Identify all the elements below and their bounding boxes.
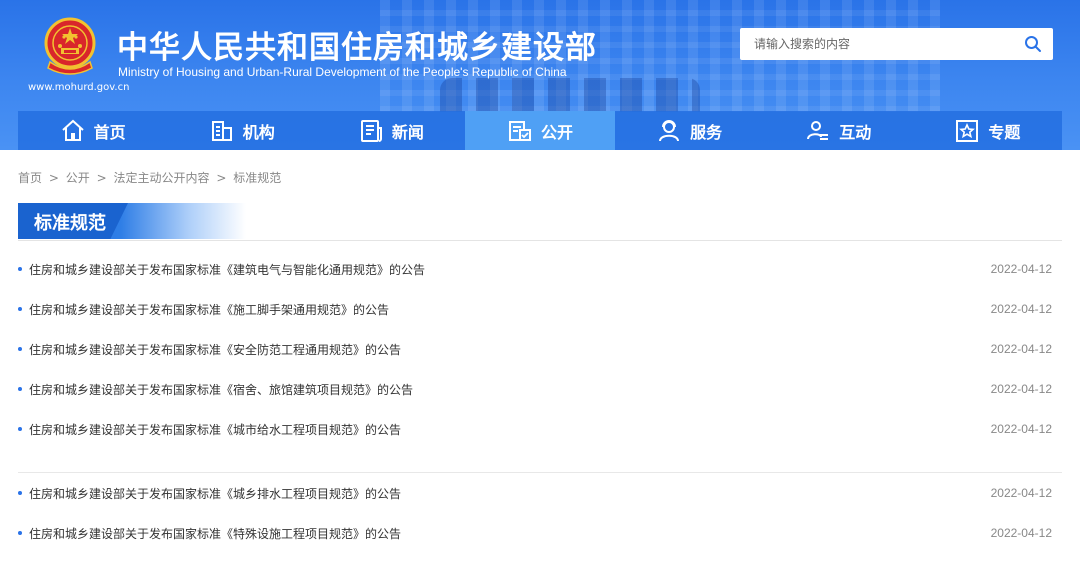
breadcrumb-separator: > xyxy=(48,171,59,185)
bullet-dot xyxy=(18,347,22,351)
star-topic-icon xyxy=(956,119,979,142)
nav-item-public[interactable]: 公开 xyxy=(465,111,615,150)
announcement-link[interactable]: 住房和城乡建设部关于发布国家标准《安全防范工程通用规范》的公告 xyxy=(29,341,401,358)
main-nav: 首页 机构 新闻 公开 服务 互动 专题 xyxy=(18,111,1062,150)
breadcrumb-statutory-content[interactable]: 法定主动公开内容 xyxy=(113,171,209,185)
search-input[interactable] xyxy=(740,28,1013,60)
breadcrumb: 首页 > 公开 > 法定主动公开内容 > 标准规范 xyxy=(18,169,284,186)
home-icon xyxy=(61,119,84,141)
list-item: 住房和城乡建设部关于发布国家标准《施工脚手架通用规范》的公告 2022-04-1… xyxy=(18,289,1052,329)
bullet-dot xyxy=(18,387,22,391)
announcement-link[interactable]: 住房和城乡建设部关于发布国家标准《宿舍、旅馆建筑项目规范》的公告 xyxy=(29,381,413,398)
announcement-link[interactable]: 住房和城乡建设部关于发布国家标准《城乡排水工程项目规范》的公告 xyxy=(29,485,401,502)
bullet-dot xyxy=(18,307,22,311)
header-building-arches xyxy=(440,78,700,112)
announcement-date: 2022-04-12 xyxy=(990,526,1052,540)
building-icon xyxy=(211,120,232,141)
announcement-date: 2022-04-12 xyxy=(990,262,1052,276)
list-item: 住房和城乡建设部关于发布国家标准《建筑电气与智能化通用规范》的公告 2022-0… xyxy=(18,249,1052,289)
service-icon xyxy=(659,119,680,141)
breadcrumb-separator: > xyxy=(216,171,227,185)
nav-label: 首页 xyxy=(93,122,126,142)
news-icon xyxy=(360,119,382,142)
public-info-icon xyxy=(508,120,531,141)
interaction-icon xyxy=(807,120,829,140)
announcement-link[interactable]: 住房和城乡建设部关于发布国家标准《特殊设施工程项目规范》的公告 xyxy=(29,525,401,542)
nav-label: 互动 xyxy=(839,122,872,142)
nav-label: 新闻 xyxy=(391,122,424,142)
bullet-dot xyxy=(18,427,22,431)
search-button[interactable] xyxy=(1013,28,1053,60)
breadcrumb-separator: > xyxy=(96,171,107,185)
announcement-date: 2022-04-12 xyxy=(990,422,1052,436)
list-item: 住房和城乡建设部关于发布国家标准《安全防范工程通用规范》的公告 2022-04-… xyxy=(18,329,1052,369)
nav-item-service[interactable]: 服务 xyxy=(615,111,764,150)
nav-label: 公开 xyxy=(540,122,573,142)
search-icon xyxy=(1025,36,1041,52)
group-divider xyxy=(18,449,1062,473)
announcement-date: 2022-04-12 xyxy=(990,302,1052,316)
list-item: 住房和城乡建设部关于发布国家标准《城乡排水工程项目规范》的公告 2022-04-… xyxy=(18,473,1052,513)
announcement-date: 2022-04-12 xyxy=(990,382,1052,396)
national-emblem-icon[interactable] xyxy=(40,16,100,78)
announcement-date: 2022-04-12 xyxy=(990,342,1052,356)
announcement-link[interactable]: 住房和城乡建设部关于发布国家标准《建筑电气与智能化通用规范》的公告 xyxy=(29,261,425,278)
list-item: 住房和城乡建设部关于发布国家标准《宿舍、旅馆建筑项目规范》的公告 2022-04… xyxy=(18,369,1052,409)
nav-item-topics[interactable]: 专题 xyxy=(913,111,1062,150)
bullet-dot xyxy=(18,491,22,495)
site-subtitle-english: Ministry of Housing and Urban-Rural Deve… xyxy=(118,65,567,79)
breadcrumb-home[interactable]: 首页 xyxy=(18,171,42,185)
announcement-list: 住房和城乡建设部关于发布国家标准《建筑电气与智能化通用规范》的公告 2022-0… xyxy=(18,249,1062,553)
site-title[interactable]: 中华人民共和国住房和城乡建设部 xyxy=(117,22,597,67)
bullet-dot xyxy=(18,267,22,271)
section-title: 标准规范 xyxy=(34,213,106,234)
site-url: www.mohurd.gov.cn xyxy=(28,82,130,93)
announcement-link[interactable]: 住房和城乡建设部关于发布国家标准《城市给水工程项目规范》的公告 xyxy=(29,421,401,438)
list-item: 住房和城乡建设部关于发布国家标准《特殊设施工程项目规范》的公告 2022-04-… xyxy=(18,513,1052,553)
announcement-link[interactable]: 住房和城乡建设部关于发布国家标准《施工脚手架通用规范》的公告 xyxy=(29,301,389,318)
section-title-tab: 标准规范 xyxy=(18,203,246,239)
breadcrumb-standards[interactable]: 标准规范 xyxy=(233,171,281,185)
nav-label: 专题 xyxy=(988,122,1021,142)
nav-item-institutions[interactable]: 机构 xyxy=(167,111,316,150)
nav-item-news[interactable]: 新闻 xyxy=(316,111,465,150)
breadcrumb-public[interactable]: 公开 xyxy=(66,171,90,185)
nav-label: 机构 xyxy=(242,122,275,142)
nav-label: 服务 xyxy=(690,122,723,142)
nav-item-home[interactable]: 首页 xyxy=(18,111,167,150)
search-box xyxy=(740,28,1053,60)
section-header: 标准规范 xyxy=(18,203,1062,241)
site-header: www.mohurd.gov.cn 中华人民共和国住房和城乡建设部 Minist… xyxy=(0,0,1080,150)
announcement-date: 2022-04-12 xyxy=(990,486,1052,500)
nav-item-interaction[interactable]: 互动 xyxy=(764,111,913,150)
bullet-dot xyxy=(18,531,22,535)
list-item: 住房和城乡建设部关于发布国家标准《城市给水工程项目规范》的公告 2022-04-… xyxy=(18,409,1052,449)
